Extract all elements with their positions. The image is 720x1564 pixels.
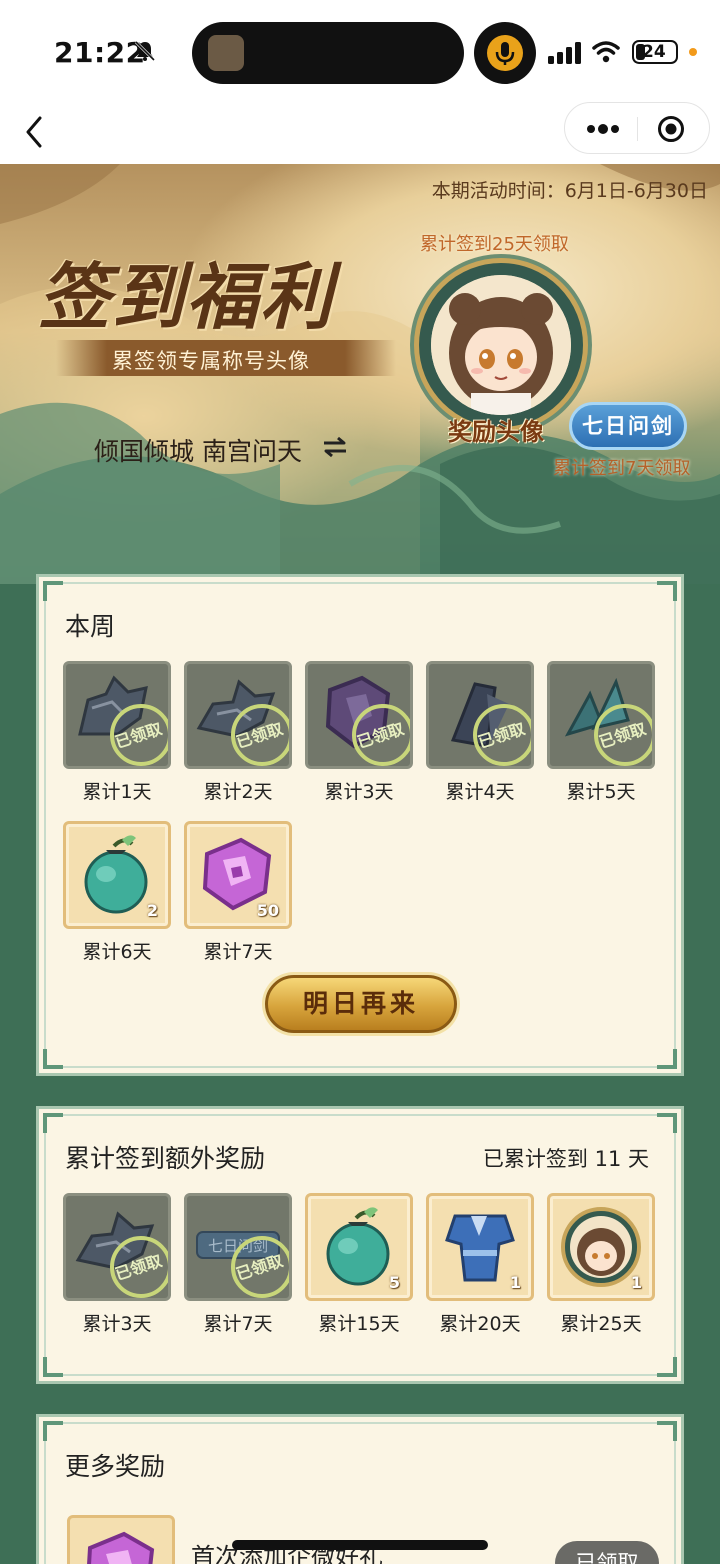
more-reward-claimed-button[interactable]: 已领取 [555,1541,659,1564]
status-bar: 21:22 24 [0,0,720,100]
activity-period: 本期活动时间：6月1日-6月30日 [431,180,708,202]
item-label: 累计1天 [82,781,152,803]
item-quantity: 1 [509,1273,521,1292]
player-name[interactable]: 倾国倾城 南宫问天 [94,432,302,468]
cumulative-item-3[interactable]: 已领取 累计3天 [63,1193,171,1336]
weekly-checkin-panel: 本周 已领取 累计1天 已领取 累计2天 已领取 累计3天 已领取 累计4天 已… [36,574,684,1076]
mic-indicator [474,22,536,84]
clock: 21:22 [54,36,146,69]
reward-item-day2[interactable]: 已领取 累计2天 [184,661,292,804]
battery-icon: 24 [632,40,678,64]
capsule-divider [637,117,638,141]
reward-item-day6[interactable]: 2 累计6天 [63,821,171,964]
banner-title: 签到福利 [38,254,335,339]
target-circle-icon[interactable] [657,115,685,143]
reward-item-day4[interactable]: 已领取 累计4天 [426,661,534,804]
banner: 本期活动时间：6月1日-6月30日 签到福利 累签领专属称号头像 倾国倾城 南宫… [0,164,720,584]
come-back-tomorrow-button[interactable]: 明日再来 [265,975,457,1033]
item-quantity: 2 [146,901,158,920]
cumulative-item-15[interactable]: 5 累计15天 [305,1193,413,1336]
item-label: 累计3天 [324,781,394,803]
bell-off-icon [134,40,156,62]
purple-seal-icon [87,1531,155,1564]
mini-program-capsule [564,102,710,154]
nav-bar [0,100,720,164]
item-label: 累计2天 [203,781,273,803]
privacy-dot [689,48,697,56]
app-icon[interactable] [208,35,244,71]
chevron-left-icon[interactable] [20,112,50,152]
item-label: 累计7天 [203,941,273,963]
home-indicator[interactable] [232,1540,488,1550]
dynamic-island [192,22,464,84]
reward-item-day5[interactable]: 已领取 累计5天 [547,661,655,804]
battery-level: 24 [642,42,666,62]
cumulative-item-25[interactable]: 1 累计25天 [547,1193,655,1336]
item-label: 累计15天 [318,1313,400,1335]
more-dots-icon[interactable] [585,117,621,141]
signal-icon [548,42,581,64]
cumulative-progress: 已累计签到 11 天 [482,1147,649,1171]
avatar-requirement: 累计签到25天领取 [420,234,569,255]
panel-title-week: 本周 [65,612,116,641]
title-requirement: 累计签到7天领取 [553,458,691,479]
reward-item-day3[interactable]: 已领取 累计3天 [305,661,413,804]
reward-item-day7[interactable]: 50 累计7天 [184,821,292,964]
item-label: 累计20天 [439,1313,521,1335]
swap-icon[interactable] [322,436,348,458]
more-reward-item[interactable] [67,1515,175,1564]
item-quantity: 50 [256,901,279,920]
wifi-icon [592,41,620,63]
item-quantity: 5 [388,1273,400,1292]
cumulative-item-7[interactable]: 七日问剑 已领取 累计7天 [184,1193,292,1336]
avatar [431,275,571,415]
item-label: 累计6天 [82,941,152,963]
cumulative-rewards-panel: 累计签到额外奖励 已累计签到 11 天 已领取 累计3天 七日问剑 已领取 累计… [36,1106,684,1384]
panel-title-cumulative: 累计签到额外奖励 [65,1144,266,1173]
item-label: 累计5天 [566,781,636,803]
reward-avatar-frame[interactable] [414,258,588,432]
item-label: 累计4天 [445,781,515,803]
reward-avatar-label: 奖励头像 [448,418,544,446]
item-label: 累计7天 [203,1313,273,1335]
reward-item-day1[interactable]: 已领取 累计1天 [63,661,171,804]
cumulative-item-20[interactable]: 1 累计20天 [426,1193,534,1336]
panel-title-more: 更多奖励 [65,1452,166,1481]
banner-subtitle: 累签领专属称号头像 [112,349,310,373]
title-badge[interactable]: 七日问剑 [569,402,687,450]
item-label: 累计3天 [82,1313,152,1335]
mic-icon [487,35,523,71]
item-quantity: 1 [630,1273,642,1292]
item-label: 累计25天 [560,1313,642,1335]
